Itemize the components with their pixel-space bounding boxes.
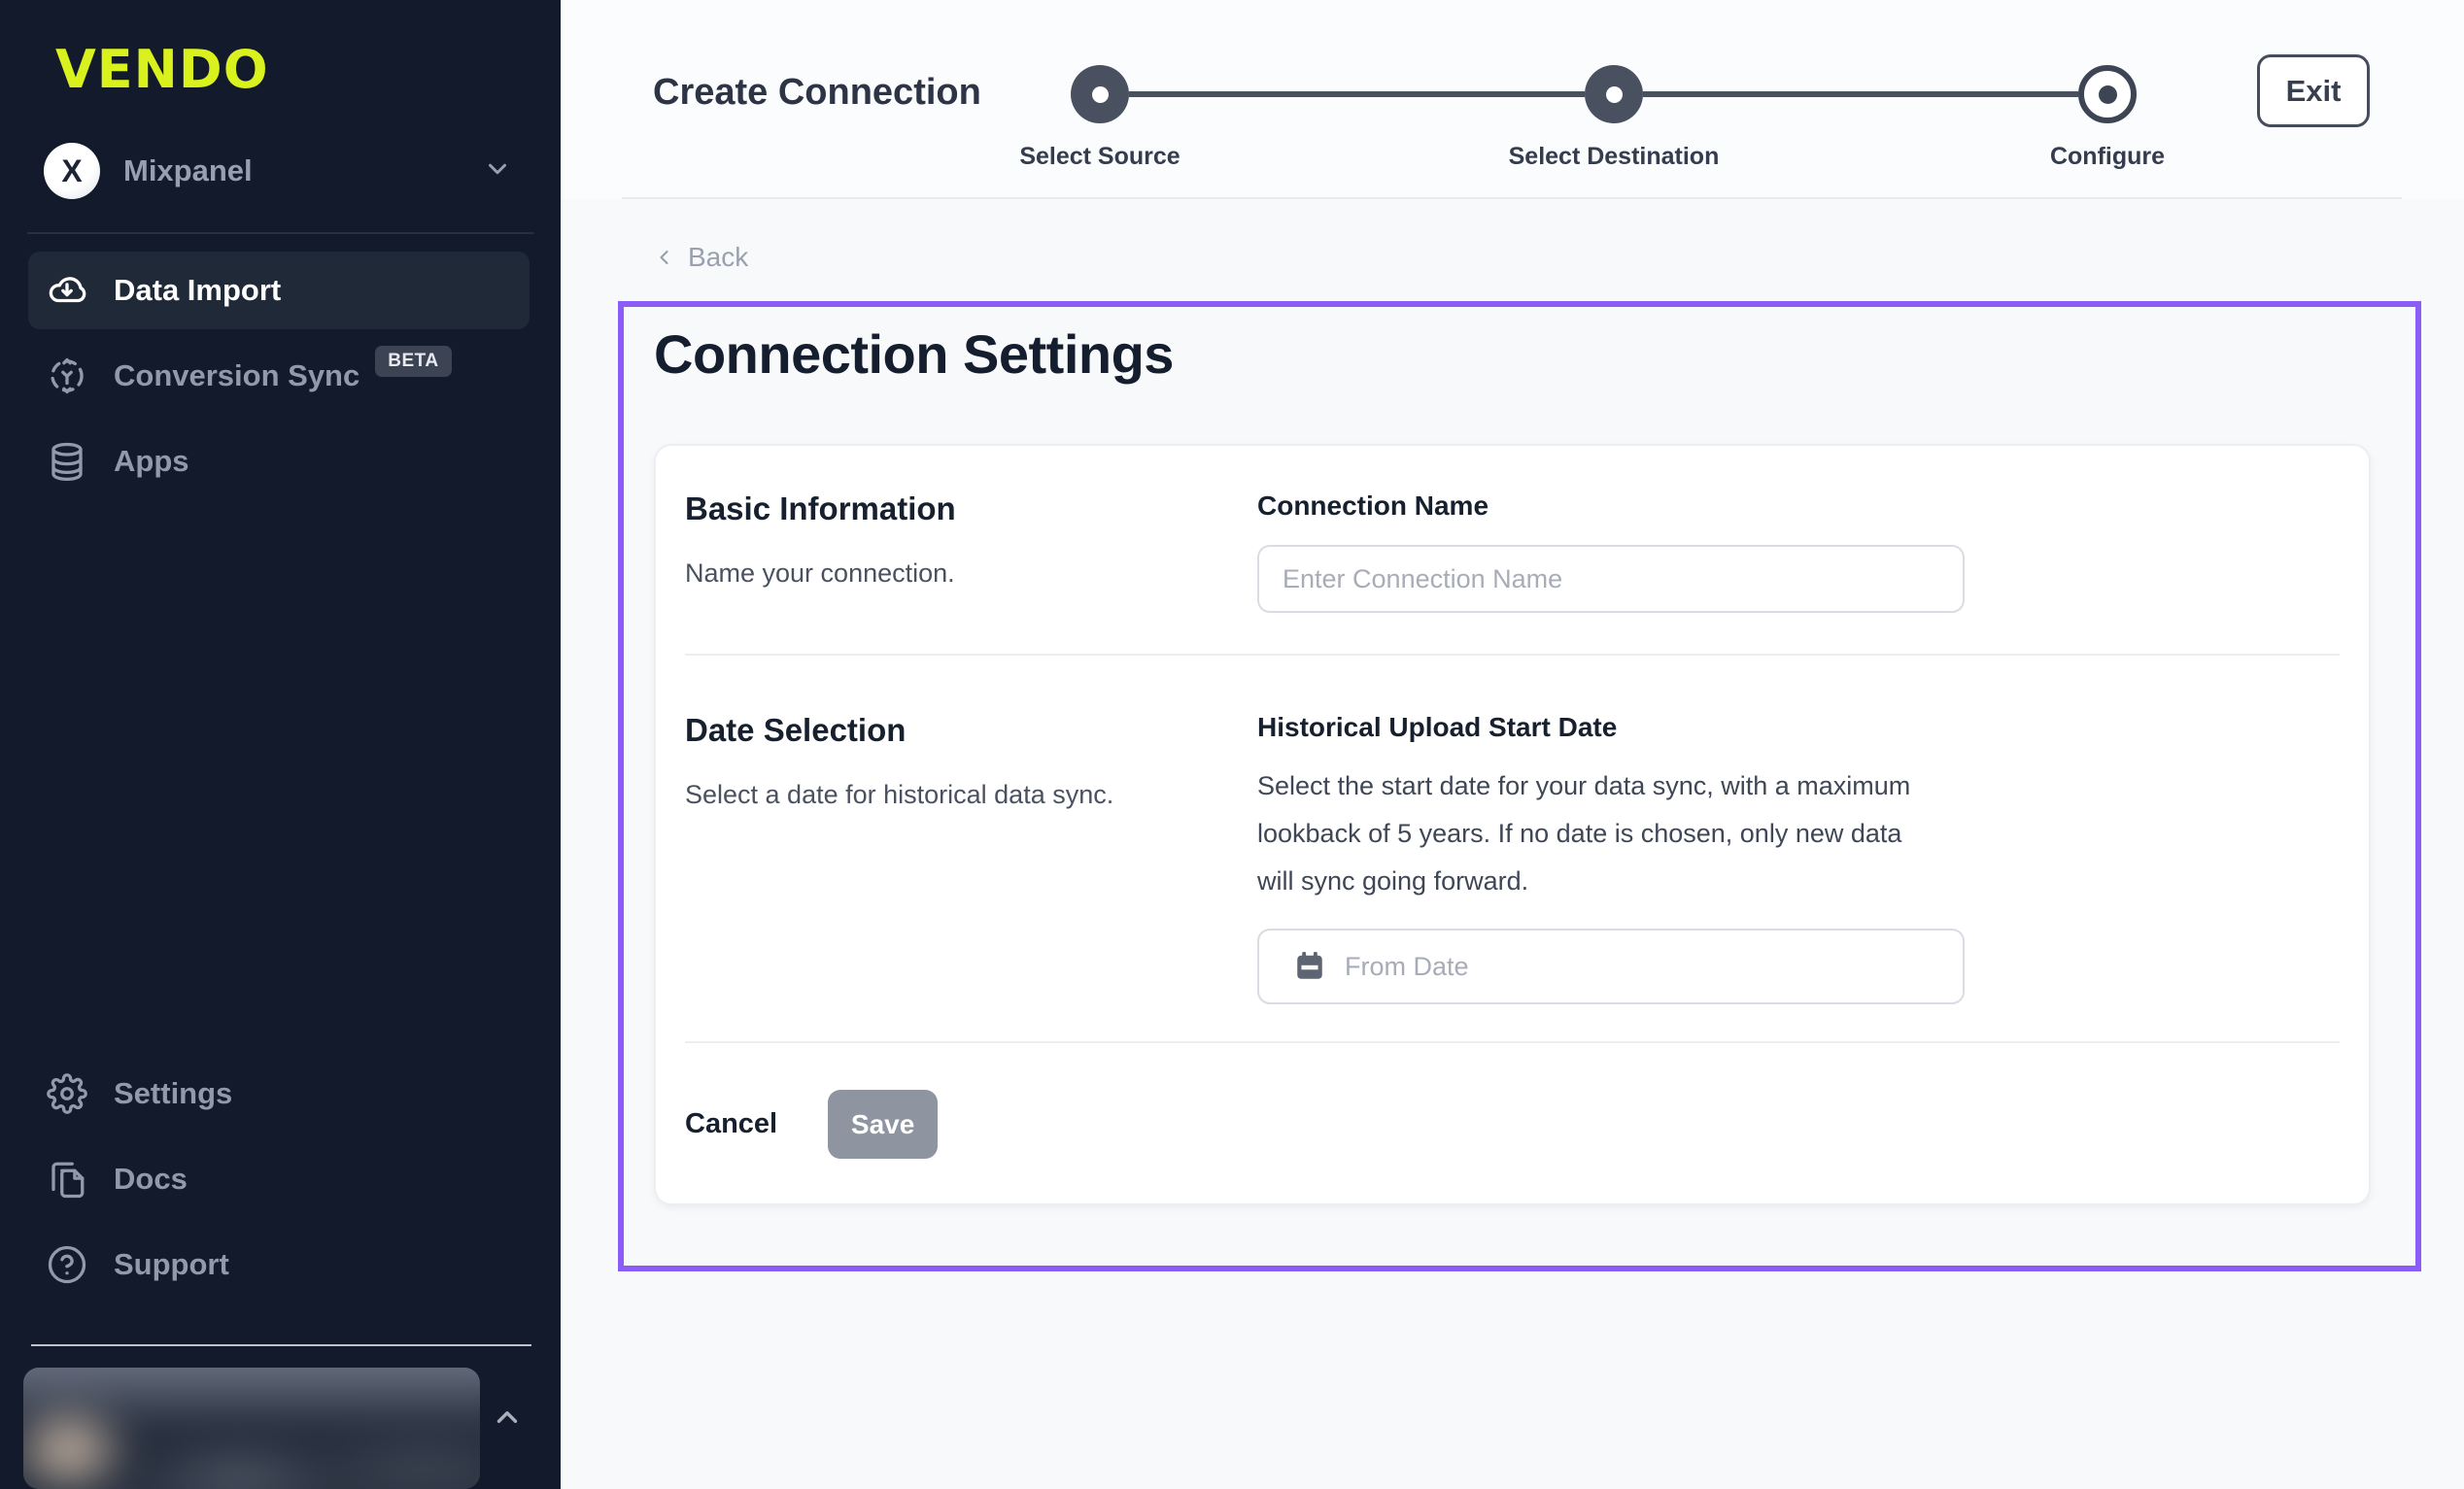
app-root: VENDO X Mixpanel Data Import Conversion … xyxy=(0,0,2464,1489)
step-label-select-destination: Select Destination xyxy=(1449,143,1779,171)
from-date-input[interactable] xyxy=(1257,929,1965,1004)
main-area: Create Connection Select Source Select D… xyxy=(561,0,2464,1489)
sidebar-divider-bottom xyxy=(31,1344,531,1346)
nav-label: Data Import xyxy=(114,273,281,308)
cloud-download-icon xyxy=(47,270,87,311)
date-selection-section: Date Selection Select a date for histori… xyxy=(685,654,2340,1041)
step-circle-configure xyxy=(2078,65,2137,123)
user-account-blurred-content xyxy=(23,1368,480,1489)
connection-name-label: Connection Name xyxy=(1257,491,1976,522)
step-dot xyxy=(1092,86,1109,103)
cancel-button[interactable]: Cancel xyxy=(685,1108,777,1140)
page-flow-title: Create Connection xyxy=(653,72,981,114)
step-circle-select-source xyxy=(1071,65,1129,123)
sidebar-item-data-import[interactable]: Data Import xyxy=(28,252,530,329)
section-description: Name your connection. xyxy=(685,558,1257,589)
step-connector-1 xyxy=(1129,91,1585,97)
step-label-configure: Configure xyxy=(1942,143,2273,171)
database-icon xyxy=(47,441,87,482)
calendar-icon xyxy=(1292,949,1327,984)
form-actions: Cancel Save xyxy=(685,1041,2340,1203)
main-content: Back Connection Settings Basic Informati… xyxy=(561,199,2464,1271)
sidebar-divider-top xyxy=(27,232,533,234)
section-intro: Basic Information Name your connection. xyxy=(685,491,1257,613)
sidebar-nav: Data Import Conversion Sync BETA Apps xyxy=(28,252,530,508)
settings-card: Basic Information Name your connection. … xyxy=(654,444,2371,1205)
docs-icon xyxy=(47,1159,87,1200)
user-account-card[interactable] xyxy=(23,1368,480,1489)
historical-upload-start-date-label: Historical Upload Start Date xyxy=(1257,712,1976,743)
section-description: Select a date for historical data sync. xyxy=(685,780,1257,810)
sidebar-item-conversion-sync[interactable]: Conversion Sync BETA xyxy=(28,337,530,415)
save-button[interactable]: Save xyxy=(828,1090,938,1159)
nav-label: Apps xyxy=(114,444,189,479)
sidebar-spacer xyxy=(0,508,561,1037)
back-link[interactable]: Back xyxy=(653,242,748,273)
step-circle-select-destination xyxy=(1585,65,1643,123)
connection-settings-highlight-box: Connection Settings Basic Information Na… xyxy=(618,301,2421,1271)
sidebar-item-support[interactable]: Support xyxy=(28,1226,530,1303)
chevron-left-icon xyxy=(653,246,676,269)
historical-upload-help-text: Select the start date for your data sync… xyxy=(1257,762,1933,905)
section-title: Date Selection xyxy=(685,712,1257,749)
conversion-sync-icon xyxy=(47,355,87,396)
page-title: Connection Settings xyxy=(654,322,2415,386)
step-label-select-source: Select Source xyxy=(935,143,1265,171)
connection-name-input[interactable] xyxy=(1257,545,1965,613)
sidebar-footer-nav: Settings Docs Support xyxy=(28,1055,530,1311)
sidebar-item-settings[interactable]: Settings xyxy=(28,1055,530,1133)
from-date-field xyxy=(1257,929,1965,1004)
sidebar-item-apps[interactable]: Apps xyxy=(28,423,530,500)
chevron-down-icon xyxy=(483,154,512,188)
section-title: Basic Information xyxy=(685,491,1257,527)
section-fields: Connection Name xyxy=(1257,491,1976,613)
mixpanel-avatar: X xyxy=(44,143,100,199)
help-circle-icon xyxy=(47,1244,87,1285)
step-connector-2 xyxy=(1643,91,2078,97)
step-dot xyxy=(1606,86,1623,103)
nav-label: Docs xyxy=(114,1162,188,1197)
exit-button[interactable]: Exit xyxy=(2257,54,2370,127)
workspace-selector[interactable]: X Mixpanel xyxy=(44,143,512,199)
nav-label: Support xyxy=(114,1247,229,1282)
sidebar-item-docs[interactable]: Docs xyxy=(28,1140,530,1218)
nav-label: Conversion Sync xyxy=(114,358,359,393)
chevron-up-icon[interactable] xyxy=(491,1401,524,1438)
workspace-name: Mixpanel xyxy=(123,153,483,188)
nav-label: Settings xyxy=(114,1076,232,1111)
basic-information-section: Basic Information Name your connection. … xyxy=(685,446,2340,654)
section-intro: Date Selection Select a date for histori… xyxy=(685,712,1257,1004)
beta-badge: BETA xyxy=(375,346,451,377)
main-header: Create Connection Select Source Select D… xyxy=(561,0,2464,199)
step-dot xyxy=(2099,85,2117,104)
sidebar: VENDO X Mixpanel Data Import Conversion … xyxy=(0,0,561,1489)
gear-icon xyxy=(47,1073,87,1114)
back-label: Back xyxy=(688,242,748,273)
mixpanel-logo-glyph: X xyxy=(61,153,82,189)
section-fields: Historical Upload Start Date Select the … xyxy=(1257,712,1976,1004)
vendo-logo: VENDO xyxy=(55,39,561,100)
